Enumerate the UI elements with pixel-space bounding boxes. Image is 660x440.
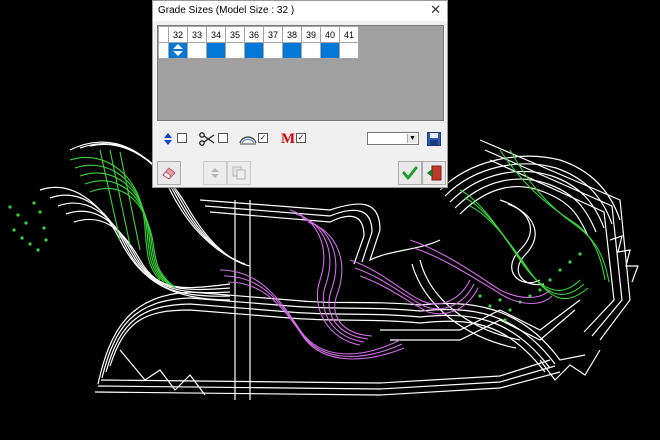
size-cell[interactable] [282, 42, 302, 59]
grade-size-grid: 32 33 34 35 36 37 38 39 40 41 [157, 25, 444, 121]
size-header[interactable]: 32 [168, 26, 188, 43]
updown-checkbox[interactable] [177, 133, 187, 143]
size-header[interactable]: 40 [320, 26, 340, 43]
size-cell[interactable] [301, 42, 321, 59]
size-cell[interactable] [263, 42, 283, 59]
size-cell[interactable] [206, 42, 226, 59]
updown-small-button[interactable] [203, 161, 227, 185]
outline-shape-icon [239, 136, 257, 145]
size-cell-model[interactable] [168, 42, 188, 59]
size-header[interactable]: 38 [282, 26, 302, 43]
size-table: 32 33 34 35 36 37 38 39 40 41 [158, 26, 359, 59]
size-selection-row [158, 42, 359, 59]
m-checkbox[interactable]: ✓ [296, 133, 306, 143]
size-cell[interactable] [320, 42, 340, 59]
grade-sizes-dialog: Grade Sizes (Model Size : 32 ) ✕ 32 33 3… [152, 0, 448, 188]
copy-icon [232, 166, 246, 180]
exit-door-icon [427, 165, 442, 181]
size-cell[interactable] [225, 42, 245, 59]
size-header[interactable]: 34 [206, 26, 226, 43]
copy-button[interactable] [227, 161, 251, 185]
size-cell[interactable] [244, 42, 264, 59]
size-header[interactable]: 41 [339, 26, 359, 43]
floppy-disk-icon[interactable] [427, 132, 441, 146]
up-down-small-icon [211, 168, 219, 178]
m-letter-icon: M [281, 131, 296, 147]
chevron-down-icon[interactable]: ▼ [407, 134, 417, 143]
size-header[interactable]: 36 [244, 26, 264, 43]
scissors-checkbox[interactable] [218, 133, 228, 143]
size-cell[interactable] [187, 42, 207, 59]
size-header-row: 32 33 34 35 36 37 38 39 40 41 [158, 26, 359, 43]
size-dropdown[interactable]: ▼ [367, 132, 419, 145]
table-corner [158, 26, 169, 43]
row-corner [158, 42, 169, 59]
scissors-icon [199, 132, 215, 146]
outline-checkbox[interactable]: ✓ [258, 133, 268, 143]
magenta-shoe-outlines [219, 209, 553, 360]
close-icon[interactable]: ✕ [430, 2, 441, 18]
size-header[interactable]: 33 [187, 26, 207, 43]
size-cell[interactable] [339, 42, 359, 59]
dialog-title: Grade Sizes (Model Size : 32 ) [158, 5, 295, 16]
exit-button[interactable] [422, 161, 446, 185]
dialog-titlebar[interactable]: Grade Sizes (Model Size : 32 ) ✕ [153, 1, 447, 21]
up-down-arrows-icon [164, 133, 172, 145]
checkmark-icon [402, 166, 418, 180]
size-header[interactable]: 39 [301, 26, 321, 43]
size-header[interactable]: 37 [263, 26, 283, 43]
eraser-icon [162, 167, 176, 180]
size-header[interactable]: 35 [225, 26, 245, 43]
eraser-button[interactable] [157, 161, 181, 185]
ok-button[interactable] [398, 161, 422, 185]
model-size-arrows-icon [173, 43, 183, 56]
